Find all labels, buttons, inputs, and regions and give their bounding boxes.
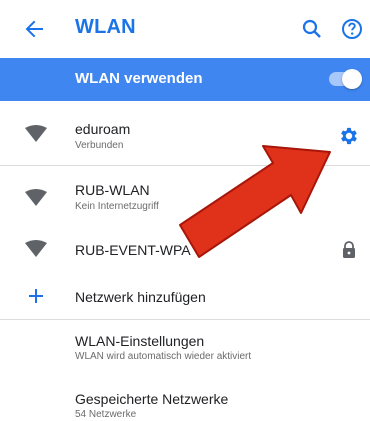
settings-subtitle: WLAN wird automatisch wieder aktiviert (75, 351, 252, 362)
network-row-rub-wlan[interactable]: RUB-WLAN Kein Internetzugriff (0, 166, 370, 228)
add-network-row[interactable]: Netzwerk hinzufügen (0, 274, 370, 318)
back-button[interactable] (22, 17, 46, 41)
gear-icon (341, 127, 357, 145)
plus-icon (29, 289, 43, 303)
network-name: RUB-WLAN (75, 182, 150, 198)
network-row-rub-event-wpa[interactable]: RUB-EVENT-WPA (0, 228, 370, 274)
toggle-knob (342, 69, 362, 89)
app-bar: WLAN (0, 0, 370, 58)
wifi-signal-icon (25, 125, 47, 142)
network-name: eduroam (75, 121, 131, 137)
settings-title: WLAN-Einstellungen (75, 333, 205, 349)
help-button[interactable] (340, 17, 364, 41)
saved-networks-count: 54 Netzwerke (75, 409, 137, 420)
wlan-master-switch-bar[interactable]: WLAN verwenden (0, 58, 370, 101)
wlan-toggle-label: WLAN verwenden (75, 70, 203, 87)
add-network-label: Netzwerk hinzufügen (75, 289, 206, 305)
network-status: Kein Internetzugriff (75, 201, 159, 212)
search-button[interactable] (300, 17, 324, 41)
arrow-back-icon (25, 20, 43, 38)
network-status: Verbunden (75, 140, 124, 151)
network-name: RUB-EVENT-WPA (75, 242, 191, 258)
wlan-toggle[interactable] (329, 69, 362, 89)
network-row-eduroam[interactable]: eduroam Verbunden (0, 101, 370, 165)
lock-icon (343, 241, 355, 258)
saved-networks-row[interactable]: Gespeicherte Netzwerke 54 Netzwerke (0, 376, 370, 421)
search-icon (302, 19, 321, 38)
wlan-settings-row[interactable]: WLAN-Einstellungen WLAN wird automatisch… (0, 320, 370, 370)
help-icon (342, 19, 362, 39)
page-title: WLAN (75, 16, 136, 38)
wifi-signal-icon (25, 189, 47, 206)
network-settings-button[interactable] (338, 125, 360, 147)
saved-networks-title: Gespeicherte Netzwerke (75, 391, 229, 407)
wifi-signal-icon (25, 240, 47, 257)
